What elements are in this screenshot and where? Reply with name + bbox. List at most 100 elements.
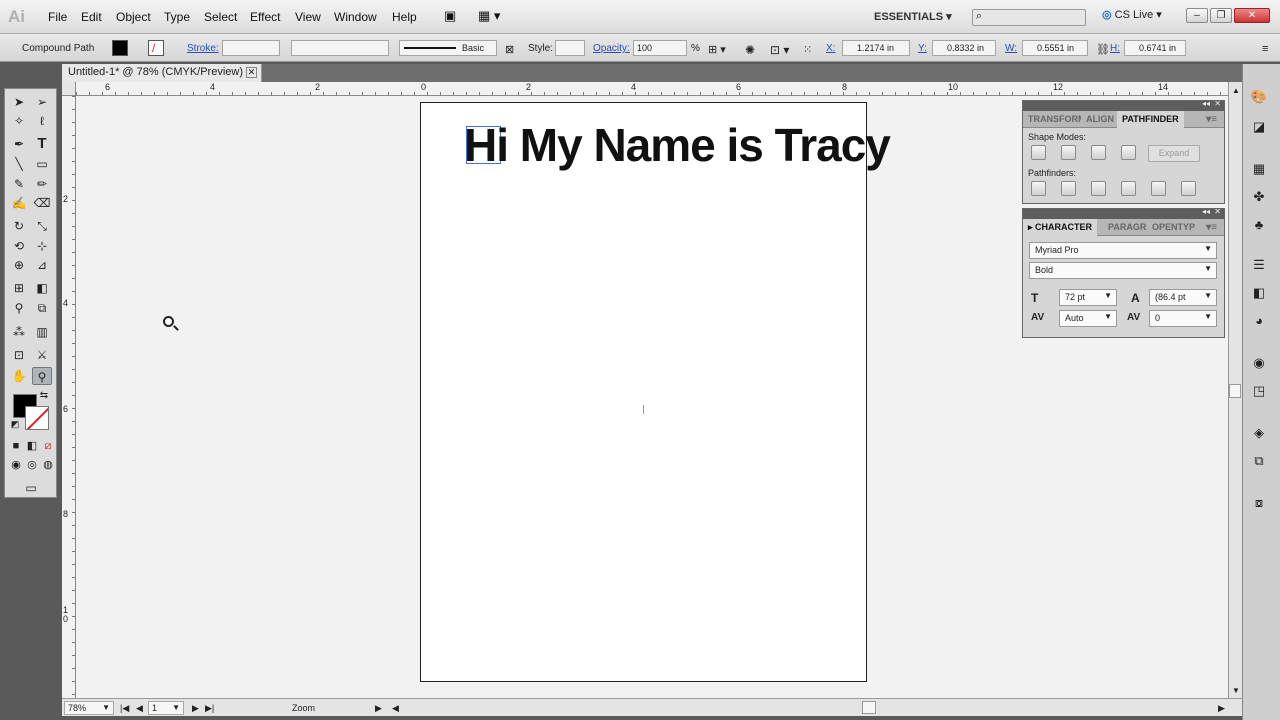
- menu-help[interactable]: Help: [392, 10, 417, 24]
- kerning-field[interactable]: Auto ▼: [1059, 310, 1117, 327]
- arrange-documents-icon[interactable]: ▦ ▾: [478, 8, 500, 24]
- collapse-panel-icon[interactable]: ◂◂: [1202, 99, 1210, 108]
- color-panel-icon[interactable]: 🎨: [1250, 88, 1268, 106]
- eraser-tool-icon[interactable]: ⌫: [32, 194, 52, 212]
- scroll-right-icon[interactable]: ▶: [1218, 703, 1225, 714]
- tab-opentype[interactable]: OPENTYPE: [1147, 219, 1195, 236]
- menu-window[interactable]: Window: [334, 10, 377, 24]
- symbol-sprayer-tool-icon[interactable]: ⁂: [9, 323, 29, 341]
- scroll-up-icon[interactable]: ▲: [1232, 86, 1240, 95]
- document-tab[interactable]: Untitled-1* @ 78% (CMYK/Preview) ✕: [62, 64, 262, 82]
- blob-brush-tool-icon[interactable]: ✍: [9, 194, 29, 212]
- opacity-field[interactable]: 100: [633, 40, 687, 56]
- gradient-tool-icon[interactable]: ◧: [32, 279, 52, 297]
- expand-button[interactable]: Expand: [1148, 145, 1200, 162]
- tab-paragraph[interactable]: PARAGRAPH: [1103, 219, 1147, 236]
- tab-align[interactable]: ALIGN: [1081, 111, 1117, 128]
- menu-select[interactable]: Select: [204, 10, 237, 24]
- vertical-scroll-thumb[interactable]: [1229, 384, 1241, 398]
- font-style-select[interactable]: Bold ▼: [1029, 262, 1217, 279]
- menu-file[interactable]: File: [48, 10, 67, 24]
- paintbrush-tool-icon[interactable]: ✎: [9, 175, 29, 193]
- stroke-color-picker[interactable]: /: [148, 40, 164, 56]
- brush-select[interactable]: Basic: [399, 40, 497, 56]
- free-transform-tool-icon[interactable]: ⊹: [32, 237, 52, 255]
- pathfinder-panel-header[interactable]: ◂◂ ✕: [1023, 99, 1224, 111]
- zoom-tool-icon[interactable]: ⚲: [32, 367, 52, 385]
- crop-icon[interactable]: [1121, 181, 1136, 196]
- minimize-button[interactable]: –: [1186, 8, 1208, 23]
- tab-character[interactable]: ▸ CHARACTER: [1023, 219, 1098, 236]
- pen-tool-icon[interactable]: ✒: [9, 135, 29, 153]
- color-guide-icon[interactable]: ◪: [1250, 118, 1268, 136]
- menu-view[interactable]: View: [295, 10, 321, 24]
- magic-wand-tool-icon[interactable]: ✧: [9, 112, 29, 130]
- bridge-icon[interactable]: ▣: [444, 8, 456, 24]
- trim-icon[interactable]: [1061, 181, 1076, 196]
- recolor-icon[interactable]: ✺: [745, 43, 755, 57]
- draw-normal-icon[interactable]: ◉: [9, 456, 23, 474]
- scale-tool-icon[interactable]: ⤡: [32, 217, 52, 235]
- search-input[interactable]: ⌕: [972, 9, 1086, 26]
- appearance-icon[interactable]: ◉: [1250, 354, 1268, 372]
- symbols-icon[interactable]: ♣: [1250, 216, 1268, 234]
- font-family-select[interactable]: Myriad Pro ▼: [1029, 242, 1217, 259]
- swap-fill-stroke-icon[interactable]: ⇆: [37, 387, 51, 405]
- draw-behind-icon[interactable]: ◎: [25, 456, 39, 474]
- fill-color-picker[interactable]: [112, 40, 128, 56]
- panel-options-icon[interactable]: ▾≡: [1201, 111, 1222, 128]
- lasso-tool-icon[interactable]: ℓ: [32, 112, 52, 130]
- stroke-weight-field[interactable]: [222, 40, 280, 56]
- type-tool-icon[interactable]: T: [32, 135, 52, 153]
- menu-effect[interactable]: Effect: [250, 10, 280, 24]
- zoom-level-select[interactable]: 78% ▼: [64, 701, 114, 715]
- stroke-swatch[interactable]: [25, 406, 49, 430]
- outline-icon[interactable]: [1151, 181, 1166, 196]
- slice-tool-icon[interactable]: ⚔: [32, 346, 52, 364]
- pencil-tool-icon[interactable]: ✏: [32, 175, 52, 193]
- close-panel-icon[interactable]: ✕: [1214, 207, 1221, 216]
- leading-field[interactable]: (86.4 pt ▼: [1149, 289, 1217, 306]
- gradient-panel-icon[interactable]: ◧: [1250, 284, 1268, 302]
- constrain-proportions-icon[interactable]: ⛓: [1096, 43, 1110, 56]
- divide-icon[interactable]: [1031, 181, 1046, 196]
- artboard[interactable]: [420, 102, 867, 682]
- x-field[interactable]: 1.2174 in: [842, 40, 910, 56]
- layers-icon[interactable]: ◈: [1250, 424, 1268, 442]
- minus-front-icon[interactable]: [1061, 145, 1076, 160]
- first-artboard-icon[interactable]: |◀: [120, 703, 129, 714]
- screen-mode-icon[interactable]: ▭: [21, 479, 41, 497]
- y-field[interactable]: 0.8332 in: [932, 40, 996, 56]
- status-menu-icon[interactable]: ▶: [375, 703, 382, 714]
- column-graph-tool-icon[interactable]: ▥: [32, 323, 52, 341]
- last-artboard-icon[interactable]: ▶|: [205, 703, 214, 714]
- variable-width-select[interactable]: [291, 40, 389, 56]
- h-field[interactable]: 0.6741 in: [1124, 40, 1186, 56]
- ruler-origin[interactable]: [62, 82, 76, 96]
- mesh-tool-icon[interactable]: ⊞: [9, 279, 29, 297]
- hand-tool-icon[interactable]: ✋: [9, 367, 29, 385]
- minus-back-icon[interactable]: [1181, 181, 1196, 196]
- perspective-grid-tool-icon[interactable]: ⊿: [32, 256, 52, 274]
- next-artboard-icon[interactable]: ▶: [192, 703, 199, 714]
- panel-menu-icon[interactable]: ≡: [1262, 43, 1268, 55]
- cs-live-menu[interactable]: ◎ CS Live ▾: [1102, 8, 1162, 21]
- gradient-mode-icon[interactable]: ◧: [25, 437, 39, 455]
- workspace-switcher[interactable]: ESSENTIALS ▾: [874, 10, 952, 23]
- selection-tool-icon[interactable]: ➤: [9, 93, 29, 111]
- artboard-tool-icon[interactable]: ⊡: [9, 346, 29, 364]
- exclude-icon[interactable]: [1121, 145, 1136, 160]
- panel-options-icon[interactable]: ▾≡: [1201, 219, 1222, 236]
- default-colors-icon[interactable]: ◩: [9, 415, 21, 433]
- restore-button[interactable]: ❐: [1210, 8, 1232, 23]
- close-document-icon[interactable]: ✕: [246, 67, 257, 78]
- rotate-tool-icon[interactable]: ↻: [9, 217, 29, 235]
- color-mode-icon[interactable]: ■: [9, 437, 23, 455]
- vertical-ruler[interactable]: 2 4 6 8 1 0: [62, 96, 76, 698]
- options-icon[interactable]: ⊠: [505, 43, 514, 56]
- none-mode-icon[interactable]: ⧄: [41, 437, 55, 455]
- scroll-left-icon[interactable]: ◀: [392, 703, 399, 714]
- eyedropper-tool-icon[interactable]: ⚲: [9, 299, 29, 317]
- line-tool-icon[interactable]: ╲: [9, 155, 29, 173]
- scroll-down-icon[interactable]: ▼: [1232, 686, 1240, 695]
